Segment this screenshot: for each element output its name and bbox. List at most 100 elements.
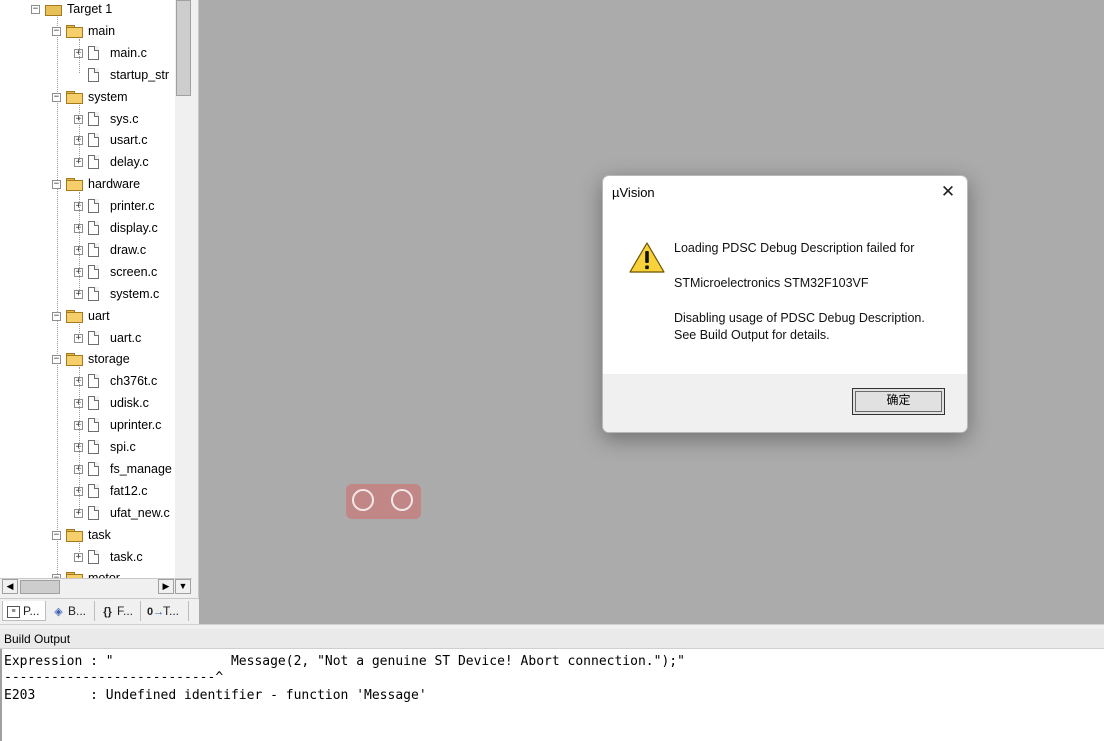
tree-connector	[79, 323, 80, 336]
templates-icon: 0→	[147, 605, 165, 618]
ok-button[interactable]: 确定	[852, 388, 945, 415]
folder-body	[66, 92, 83, 104]
file-label: sys.c	[110, 111, 139, 126]
tree-root-item[interactable]: − Target 1	[0, 0, 175, 19]
tree-group-item[interactable]: − uart	[0, 306, 175, 326]
books-icon: ◈	[54, 605, 63, 618]
tree-group-item[interactable]: −motor	[0, 568, 175, 578]
file-icon	[88, 440, 99, 454]
collapse-icon[interactable]: −	[52, 26, 61, 36]
file-icon	[88, 221, 99, 235]
tree-file-item[interactable]: + ch376t.c	[0, 371, 175, 391]
tree-group-item[interactable]: − task	[0, 525, 175, 545]
tree-connector	[79, 367, 80, 511]
folder-body	[66, 26, 83, 38]
file-icon	[88, 242, 99, 257]
collapse-icon[interactable]: −	[52, 92, 61, 102]
tree-file-item[interactable]: + delay.c	[0, 152, 175, 172]
search-icon	[391, 489, 413, 511]
vertical-scroll-thumb[interactable]	[176, 0, 191, 96]
build-output-content[interactable]: Expression : " Message(2, "Not a genuine…	[0, 649, 1104, 741]
tree-file-item[interactable]: + uart.c	[0, 328, 175, 348]
file-icon	[88, 199, 99, 214]
tree-file-item[interactable]: startup_str	[0, 65, 175, 85]
build-output-line: Expression : " Message(2, "Not a genuine…	[4, 654, 685, 669]
tree-file-item[interactable]: + fs_manage	[0, 459, 175, 479]
file-icon	[88, 133, 99, 148]
file-label: udisk.c	[110, 396, 149, 411]
tree-file-item[interactable]: + sys.c	[0, 109, 175, 129]
tree-file-item[interactable]: + ufat_new.c	[0, 503, 175, 523]
collapse-icon[interactable]: −	[52, 311, 61, 321]
file-label: uart.c	[110, 330, 142, 345]
tree-connector	[79, 542, 80, 555]
tree-group-item[interactable]: − main	[0, 21, 175, 41]
horizontal-scroll-thumb[interactable]	[20, 580, 60, 594]
folder-body	[66, 355, 83, 367]
tree-group-item[interactable]: − hardware	[0, 174, 175, 194]
file-label: fat12.c	[110, 483, 148, 498]
tree-file-item[interactable]: + fat12.c	[0, 481, 175, 501]
tab-functions[interactable]: {} F...	[97, 601, 141, 621]
project-tree[interactable]: − Target 1− main + main.c startup_str − system +…	[0, 0, 175, 578]
tab-templates[interactable]: 0→T...	[143, 601, 189, 621]
file-icon	[88, 396, 99, 411]
folder-icon	[66, 24, 83, 38]
tree-file-item[interactable]: + udisk.c	[0, 393, 175, 413]
file-icon	[88, 418, 99, 433]
file-icon	[88, 330, 99, 345]
scroll-left-button[interactable]: ◀	[2, 579, 18, 594]
build-output-header: Build Output	[0, 629, 1104, 649]
tree-group-item[interactable]: − system	[0, 87, 175, 107]
collapse-icon[interactable]: −	[52, 530, 61, 540]
dialog-message-line: See Build Output for details.	[674, 328, 830, 342]
functions-icon: {}	[103, 605, 112, 618]
project-icon: ≡	[7, 605, 20, 618]
file-label: printer.c	[110, 199, 155, 214]
tree-connector	[79, 104, 80, 161]
watermark-logo	[346, 484, 421, 519]
collapse-icon[interactable]: −	[52, 180, 61, 190]
tab-books[interactable]: ◈ B...	[48, 601, 95, 621]
file-label: display.c	[110, 221, 158, 235]
target-icon	[45, 3, 62, 16]
file-icon	[88, 264, 99, 279]
tree-connector	[79, 38, 80, 73]
folder-body	[66, 180, 83, 192]
file-icon	[88, 286, 99, 301]
file-icon	[88, 549, 99, 564]
horizontal-scrollbar[interactable]: ◀ ▶ ▼	[0, 578, 192, 595]
tree-file-item[interactable]: + screen.c	[0, 262, 175, 282]
close-icon[interactable]: ✕	[929, 176, 967, 207]
tree-file-item[interactable]: + system.c	[0, 284, 175, 304]
tree-file-item[interactable]: + display.c	[0, 218, 175, 238]
tree-file-item[interactable]: + spi.c	[0, 437, 175, 457]
warning-dialog: µVision ✕ Loading PDSC Debug Description…	[602, 175, 968, 433]
group-label: storage	[88, 352, 130, 367]
tree-file-item[interactable]: + usart.c	[0, 130, 175, 150]
group-label: uart	[88, 308, 110, 323]
build-output-title: Build Output	[4, 632, 71, 646]
scroll-right-button[interactable]: ▶	[158, 579, 174, 594]
group-label: Target 1	[67, 2, 113, 16]
dialog-message-line: Loading PDSC Debug Description failed fo…	[674, 241, 915, 255]
ok-button-label: 确定	[886, 393, 911, 407]
collapse-icon[interactable]: −	[31, 5, 40, 14]
tree-group-item[interactable]: − storage	[0, 349, 175, 369]
vertical-scrollbar[interactable]	[175, 0, 192, 578]
file-label: ch376t.c	[110, 374, 158, 389]
warning-icon	[629, 242, 665, 273]
tree-file-item[interactable]: + uprinter.c	[0, 415, 175, 435]
tree-file-item[interactable]: + draw.c	[0, 240, 175, 260]
folder-body	[66, 311, 83, 323]
tree-file-item[interactable]: + main.c	[0, 43, 175, 63]
collapse-icon[interactable]: −	[52, 355, 61, 365]
tab-project[interactable]: ≡ P...	[2, 601, 46, 621]
tree-file-item[interactable]: + task.c	[0, 547, 175, 567]
folder-body	[66, 530, 83, 542]
scroll-down-button[interactable]: ▼	[175, 579, 191, 594]
tree-file-item[interactable]: + printer.c	[0, 196, 175, 216]
file-label: ufat_new.c	[110, 505, 170, 520]
file-icon	[88, 483, 99, 498]
folder-icon	[66, 528, 83, 542]
